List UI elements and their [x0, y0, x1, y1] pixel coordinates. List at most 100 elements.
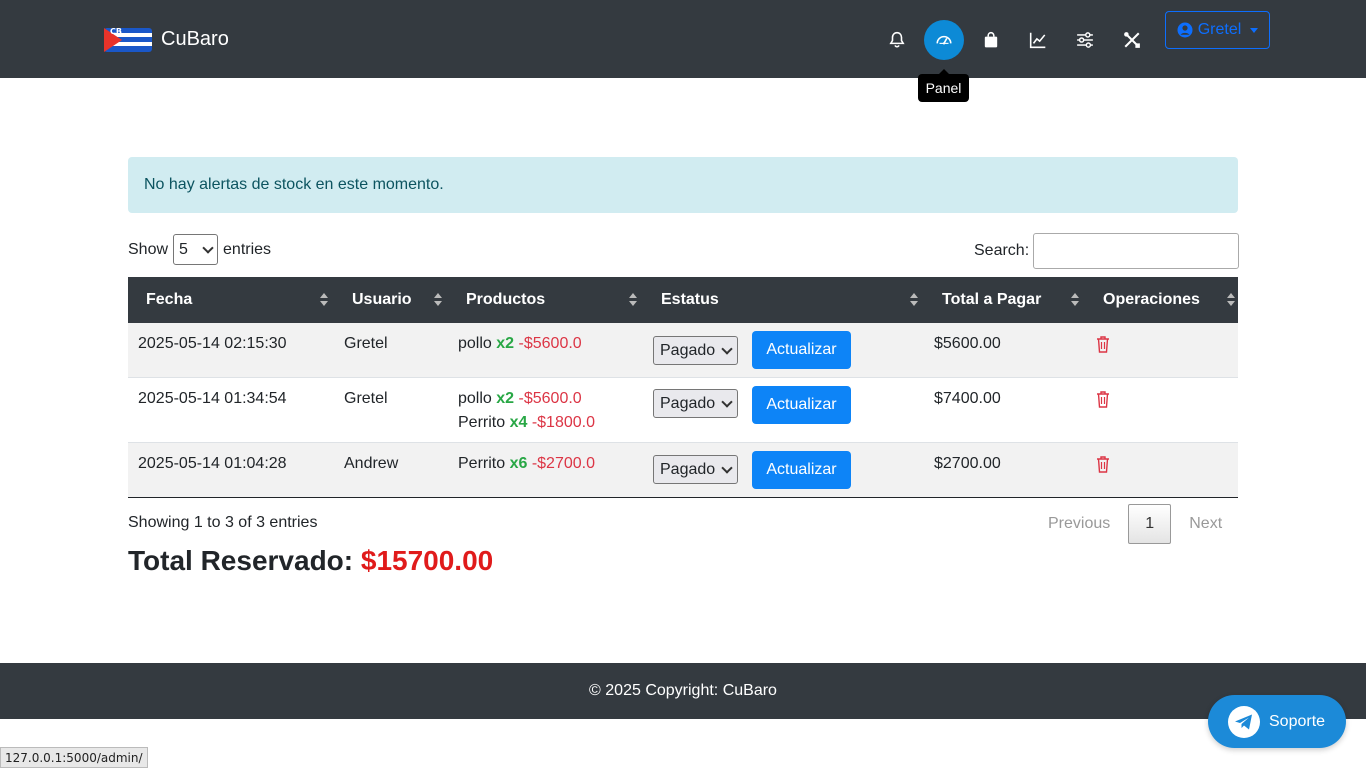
page-size-value: 5: [179, 240, 188, 258]
browser-status-url: 127.0.0.1:5000/admin/: [0, 747, 148, 768]
cell-fecha: 2025-05-14 01:04:28: [138, 455, 287, 472]
search: Search:: [974, 233, 1240, 269]
support-label: Soporte: [1269, 712, 1326, 730]
next-button[interactable]: Next: [1171, 504, 1240, 544]
table-row: 2025-05-14 01:04:28 Andrew Perrito x6 -$…: [128, 443, 1238, 497]
status-select[interactable]: Pagado: [653, 336, 738, 365]
product-qty: x2: [496, 335, 515, 352]
show-label: Show: [128, 240, 169, 258]
product-line: pollo x2 -$5600.0: [458, 387, 595, 411]
support-button[interactable]: Soporte: [1208, 695, 1346, 748]
pagination: Previous 1 Next: [1030, 504, 1240, 544]
brand[interactable]: CB CuBaro: [100, 22, 229, 56]
user-name: Gretel: [1197, 21, 1242, 38]
status-select[interactable]: Pagado: [653, 389, 738, 418]
search-label: Search:: [974, 242, 1030, 259]
total-reservado: Total Reservado: $15700.00: [128, 545, 493, 577]
product-price: -$2700.0: [531, 455, 595, 472]
product-line: pollo x2 -$5600.0: [458, 332, 582, 356]
copyright: © 2025 Copyright: CuBaro: [589, 682, 777, 699]
product-name: pollo: [458, 335, 492, 352]
table-info: Showing 1 to 3 of 3 entries: [128, 514, 318, 531]
entries-label: entries: [223, 240, 272, 258]
table-row: 2025-05-14 02:15:30 Gretel pollo x2 -$56…: [128, 323, 1238, 378]
sort-icon[interactable]: [1071, 293, 1079, 307]
chevron-down-icon: [721, 342, 733, 355]
header-fecha[interactable]: Fecha: [146, 277, 192, 323]
update-button[interactable]: Actualizar: [752, 451, 851, 489]
chevron-down-icon: [721, 461, 733, 474]
status-value: Pagado: [660, 460, 716, 478]
chevron-down-icon: [721, 395, 733, 408]
product-name: Perrito: [458, 414, 506, 431]
page-size-select[interactable]: 5: [173, 234, 219, 265]
total-amount: $15700.00: [360, 545, 494, 576]
brand-logo: CB: [100, 22, 156, 56]
cell-usuario: Andrew: [344, 455, 399, 472]
update-button[interactable]: Actualizar: [752, 331, 851, 369]
tools-icon[interactable]: [1112, 20, 1152, 60]
bell-icon[interactable]: [877, 20, 917, 60]
page-footer: © 2025 Copyright: CuBaro: [0, 663, 1366, 719]
header-operaciones[interactable]: Operaciones: [1103, 277, 1200, 323]
tooltip-panel: Panel: [918, 69, 969, 102]
bag-icon[interactable]: [971, 20, 1011, 60]
svg-text:CB: CB: [110, 27, 122, 36]
cell-fecha: 2025-05-14 02:15:30: [138, 335, 287, 352]
cell-fecha: 2025-05-14 01:34:54: [138, 390, 287, 407]
cell-total: $5600.00: [934, 335, 1001, 352]
product-line: Perrito x6 -$2700.0: [458, 452, 595, 476]
chevron-down-icon: [202, 241, 214, 254]
cell-total: $2700.00: [934, 455, 1001, 472]
product-name: Perrito: [458, 455, 506, 472]
show-entries: Show 5 entries: [128, 234, 271, 265]
product-price: -$5600.0: [518, 390, 582, 407]
previous-button[interactable]: Previous: [1030, 504, 1128, 544]
product-qty: x2: [496, 390, 515, 407]
product-line: Perrito x4 -$1800.0: [458, 411, 595, 435]
cell-usuario: Gretel: [344, 335, 388, 352]
user-circle-icon: [1177, 22, 1193, 38]
header-total[interactable]: Total a Pagar: [942, 277, 1041, 323]
product-name: pollo: [458, 390, 492, 407]
cell-productos: pollo x2 -$5600.0: [458, 332, 582, 356]
sort-icon[interactable]: [1227, 293, 1235, 307]
speedometer-icon[interactable]: [924, 20, 964, 60]
brand-name: CuBaro: [161, 27, 229, 50]
status-value: Pagado: [660, 394, 716, 412]
header-estatus[interactable]: Estatus: [661, 277, 719, 323]
sort-icon[interactable]: [320, 293, 328, 307]
update-button[interactable]: Actualizar: [752, 386, 851, 424]
cell-total: $7400.00: [934, 390, 1001, 407]
product-price: -$1800.0: [531, 414, 595, 431]
chart-line-icon[interactable]: [1018, 20, 1058, 60]
sort-icon[interactable]: [910, 293, 918, 307]
sliders-icon[interactable]: [1065, 20, 1105, 60]
table-row: 2025-05-14 01:34:54 Gretel pollo x2 -$56…: [128, 378, 1238, 443]
trash-icon[interactable]: [1096, 390, 1110, 408]
table-bottom-rule: [128, 497, 1238, 498]
cell-productos: Perrito x6 -$2700.0: [458, 452, 595, 476]
product-qty: x6: [509, 455, 528, 472]
table-header: Fecha Usuario Productos Estatus Total a …: [128, 277, 1238, 323]
product-price: -$5600.0: [518, 335, 582, 352]
status-value: Pagado: [660, 341, 716, 359]
status-select[interactable]: Pagado: [653, 455, 738, 484]
telegram-icon: [1228, 705, 1260, 738]
search-input[interactable]: [1033, 233, 1240, 269]
cell-usuario: Gretel: [344, 390, 388, 407]
caret-down-icon: [1250, 27, 1259, 33]
sort-icon[interactable]: [629, 293, 637, 307]
page-1-button[interactable]: 1: [1128, 504, 1172, 544]
orders-table: Fecha Usuario Productos Estatus Total a …: [128, 277, 1238, 498]
header-productos[interactable]: Productos: [466, 277, 545, 323]
cell-productos: pollo x2 -$5600.0 Perrito x4 -$1800.0: [458, 387, 595, 435]
trash-icon[interactable]: [1096, 455, 1110, 473]
user-menu-button[interactable]: Gretel: [1165, 11, 1270, 49]
header-usuario[interactable]: Usuario: [352, 277, 412, 323]
trash-icon[interactable]: [1096, 335, 1110, 353]
sort-icon[interactable]: [434, 293, 442, 307]
total-label: Total Reservado:: [128, 545, 354, 576]
navbar: CB CuBaro Gretel: [0, 0, 1366, 78]
product-qty: x4: [509, 414, 528, 431]
